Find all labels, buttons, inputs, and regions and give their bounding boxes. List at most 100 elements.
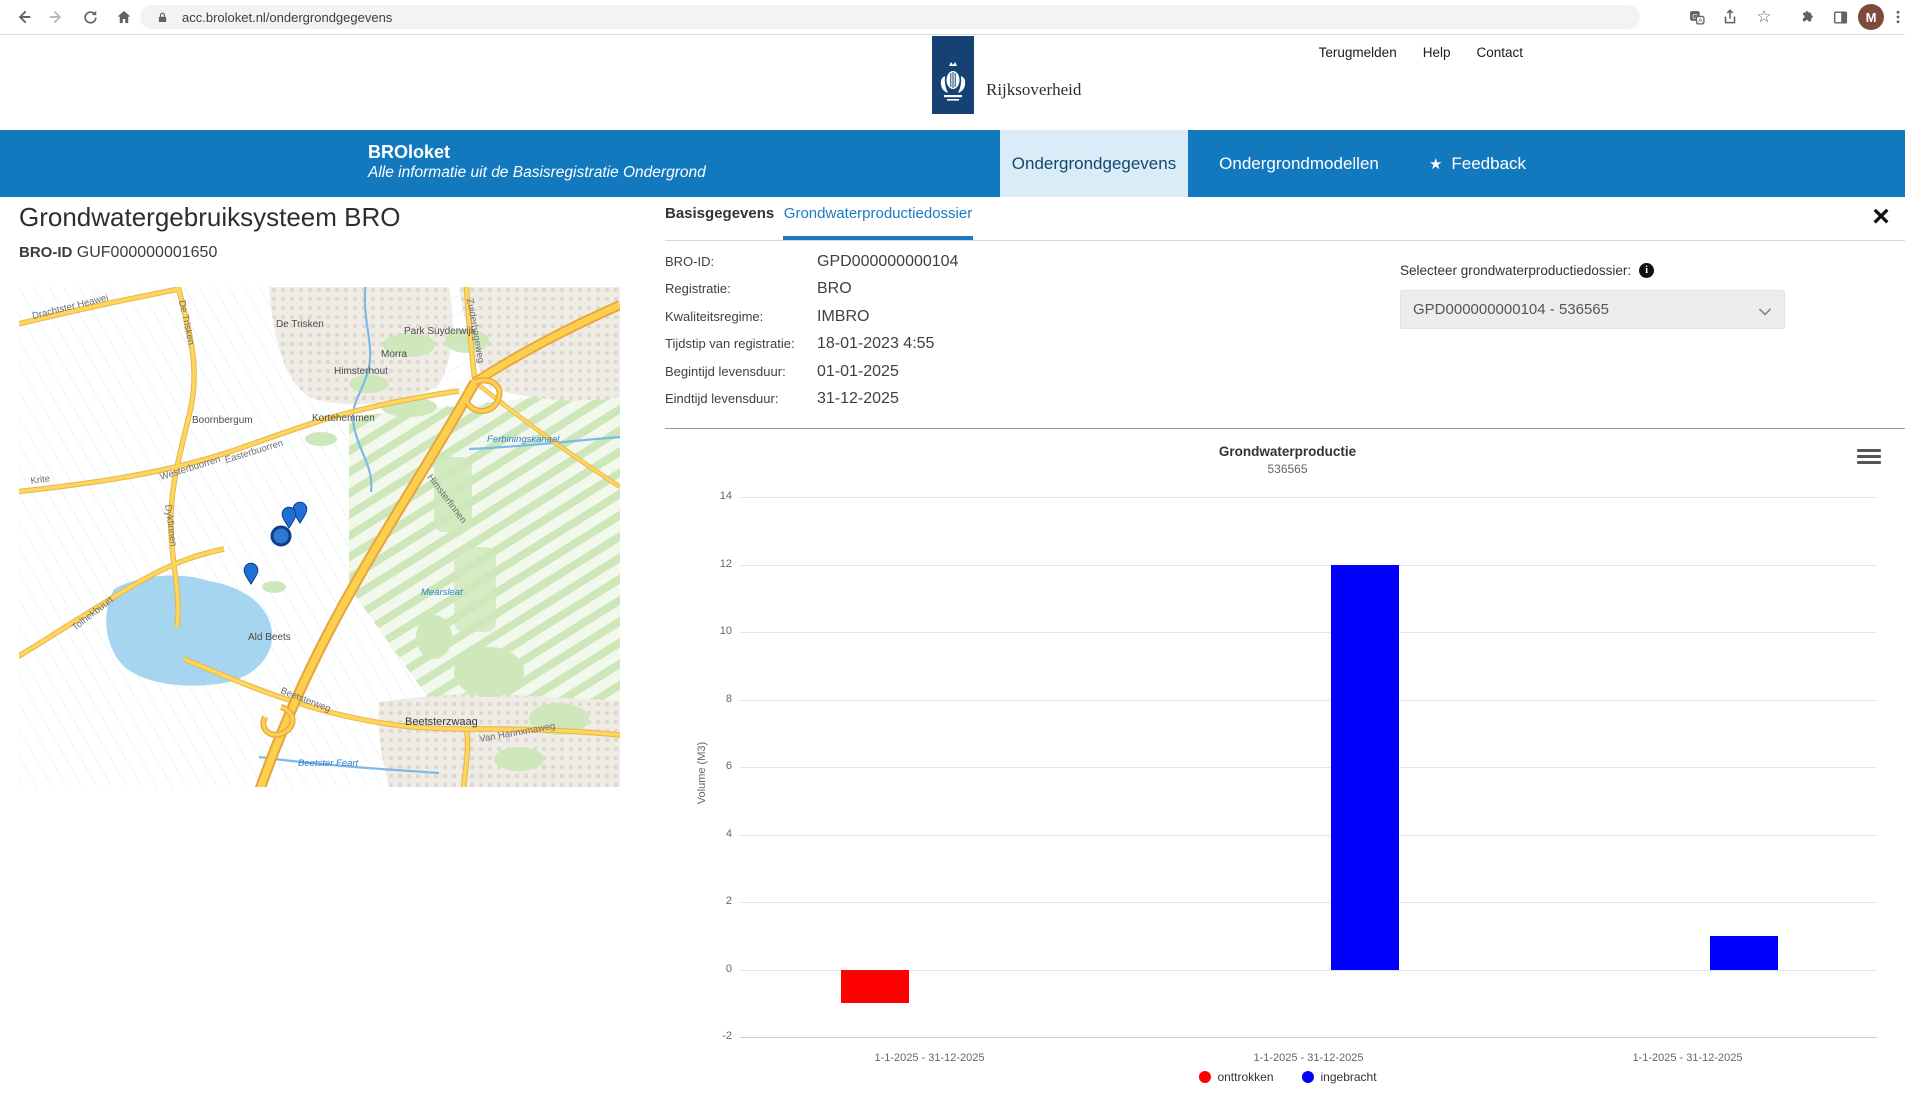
map-label: De Trisken bbox=[276, 319, 324, 330]
map-label: Beetster Feart bbox=[298, 758, 359, 769]
detail-label: Begintijd levensduur: bbox=[665, 364, 817, 379]
url-bar[interactable]: acc.broloket.nl/ondergrondgegevens bbox=[140, 5, 1640, 29]
legend-dot bbox=[1302, 1071, 1314, 1083]
legend-dot bbox=[1198, 1071, 1210, 1083]
dossier-select-value: GPD000000000104 - 536565 bbox=[1413, 301, 1609, 318]
detail-label: Kwaliteitsregime: bbox=[665, 309, 817, 324]
close-icon[interactable]: × bbox=[1864, 200, 1898, 234]
bar-ingebracht[interactable] bbox=[1710, 936, 1778, 970]
header-links: Terugmelden Help Contact bbox=[1319, 45, 1523, 60]
gridline bbox=[740, 767, 1877, 768]
brand[interactable]: BROloket Alle informatie uit de Basisreg… bbox=[368, 141, 706, 183]
detail-value: 01-01-2025 bbox=[817, 363, 899, 381]
browser-toolbar: acc.broloket.nl/ondergrondgegevens GA ☆ … bbox=[0, 0, 1905, 35]
nav-tabs: OndergrondgegevensOndergrondmodellen★Fee… bbox=[1000, 130, 1545, 197]
detail-label: BRO-ID: bbox=[665, 254, 817, 269]
map-label: Morra bbox=[381, 349, 408, 360]
map-label: Ferbiningskanaal bbox=[487, 434, 560, 445]
gridline bbox=[740, 700, 1877, 701]
map-label: Mearsleat bbox=[421, 587, 463, 598]
forward-icon[interactable] bbox=[44, 5, 68, 29]
map-label: Boornbergum bbox=[192, 415, 253, 426]
profile-avatar[interactable]: M bbox=[1858, 4, 1884, 30]
bro-id-value: GUF000000001650 bbox=[77, 244, 218, 261]
detail-label: Registratie: bbox=[665, 281, 817, 296]
details-list: BRO-ID:GPD000000000104Registratie:BROKwa… bbox=[665, 253, 958, 417]
detail-value: 18-01-2023 4:55 bbox=[817, 335, 934, 353]
dossier-selector-label-text: Selecteer grondwaterproductiedossier: bbox=[1400, 263, 1631, 278]
detail-row: Tijdstip van registratie:18-01-2023 4:55 bbox=[665, 335, 958, 362]
nav-tab-feedback[interactable]: ★Feedback bbox=[1410, 130, 1545, 197]
detail-row: Registratie:BRO bbox=[665, 280, 958, 307]
gridline bbox=[740, 902, 1877, 903]
header-link-terugmelden[interactable]: Terugmelden bbox=[1319, 45, 1397, 60]
bro-id-label: BRO-ID bbox=[19, 244, 72, 261]
x-axis-label: 1-1-2025 - 31-12-2025 bbox=[1568, 1052, 1808, 1064]
map-label: Ald Beets bbox=[248, 632, 291, 643]
detail-value: BRO bbox=[817, 280, 852, 298]
location-map[interactable]: Drachtster HeaweiDe TriskenDe TriskenPar… bbox=[19, 287, 620, 787]
gridline bbox=[740, 565, 1877, 566]
legend-item-onttrokken[interactable]: onttrokken bbox=[1198, 1070, 1273, 1084]
chart-title: Grondwaterproductie bbox=[680, 444, 1895, 459]
y-axis-tick: 8 bbox=[688, 693, 732, 705]
gridline bbox=[740, 1037, 1877, 1038]
info-icon[interactable]: i bbox=[1639, 263, 1654, 278]
back-icon[interactable] bbox=[12, 5, 36, 29]
translate-icon[interactable]: GA bbox=[1684, 5, 1708, 29]
legend-label: ingebracht bbox=[1321, 1070, 1377, 1084]
nav-tab-ondergrondmodellen[interactable]: Ondergrondmodellen bbox=[1188, 130, 1410, 197]
share-icon[interactable] bbox=[1718, 5, 1742, 29]
header-link-contact[interactable]: Contact bbox=[1476, 45, 1523, 60]
bar-ingebracht[interactable] bbox=[1331, 565, 1399, 970]
header-link-help[interactable]: Help bbox=[1423, 45, 1451, 60]
y-axis-tick: 0 bbox=[688, 963, 732, 975]
panel-tabs: Basisgegevens Grondwaterproductiedossier bbox=[665, 205, 1905, 241]
y-axis-tick: 6 bbox=[688, 760, 732, 772]
detail-value: GPD000000000104 bbox=[817, 253, 958, 271]
logo-wordmark: Rijksoverheid bbox=[986, 80, 1081, 100]
detail-value: IMBRO bbox=[817, 308, 869, 326]
legend-item-ingebracht[interactable]: ingebracht bbox=[1302, 1070, 1377, 1084]
reload-icon[interactable] bbox=[78, 5, 102, 29]
grondwaterproductie-chart: Grondwaterproductie 536565 Volume (M3) o… bbox=[680, 440, 1895, 1105]
side-panel-icon[interactable] bbox=[1828, 5, 1852, 29]
page: acc.broloket.nl/ondergrondgegevens GA ☆ … bbox=[0, 0, 1905, 1111]
y-axis-tick: 14 bbox=[688, 490, 732, 502]
brand-title: BROloket bbox=[368, 141, 706, 163]
nav-tab-ondergrondgegevens[interactable]: Ondergrondgegevens bbox=[1000, 130, 1188, 197]
divider bbox=[665, 428, 1905, 429]
map-marker-circle[interactable] bbox=[272, 527, 290, 545]
y-axis-tick: 4 bbox=[688, 828, 732, 840]
chart-subtitle: 536565 bbox=[680, 462, 1895, 476]
legend-label: onttrokken bbox=[1217, 1070, 1273, 1084]
main-navbar: BROloket Alle informatie uit de Basisreg… bbox=[0, 130, 1905, 197]
detail-row: BRO-ID:GPD000000000104 bbox=[665, 253, 958, 280]
extensions-puzzle-icon[interactable] bbox=[1794, 5, 1818, 29]
dossier-select[interactable]: GPD000000000104 - 536565 bbox=[1400, 290, 1785, 329]
x-axis-label: 1-1-2025 - 31-12-2025 bbox=[810, 1052, 1050, 1064]
bro-id: BRO-ID GUF000000001650 bbox=[19, 244, 217, 262]
tab-grondwaterproductiedossier[interactable]: Grondwaterproductiedossier bbox=[783, 205, 973, 240]
url-text: acc.broloket.nl/ondergrondgegevens bbox=[182, 10, 392, 25]
gridline bbox=[740, 970, 1877, 971]
map-label: Beetsterzwaag bbox=[405, 716, 478, 728]
svg-text:A: A bbox=[1698, 17, 1703, 24]
kebab-menu-icon[interactable] bbox=[1886, 5, 1905, 29]
y-axis-tick: 2 bbox=[688, 895, 732, 907]
bookmark-star-icon[interactable]: ☆ bbox=[1752, 5, 1776, 29]
bar-onttrokken[interactable] bbox=[841, 970, 909, 1004]
detail-value: 31-12-2025 bbox=[817, 390, 899, 408]
chevron-down-icon bbox=[1758, 304, 1772, 321]
tab-basisgegevens[interactable]: Basisgegevens bbox=[665, 205, 774, 239]
map-label: Himsterhout bbox=[334, 366, 388, 377]
rijksoverheid-logo bbox=[932, 36, 974, 114]
brand-subtitle: Alle informatie uit de Basisregistratie … bbox=[368, 163, 706, 183]
detail-row: Eindtijd levensduur:31-12-2025 bbox=[665, 390, 958, 417]
home-icon[interactable] bbox=[112, 5, 136, 29]
star-icon: ★ bbox=[1429, 155, 1442, 173]
detail-row: Kwaliteitsregime:IMBRO bbox=[665, 308, 958, 335]
chart-context-menu-icon[interactable] bbox=[1857, 445, 1881, 467]
gridline bbox=[740, 632, 1877, 633]
gridline bbox=[740, 835, 1877, 836]
